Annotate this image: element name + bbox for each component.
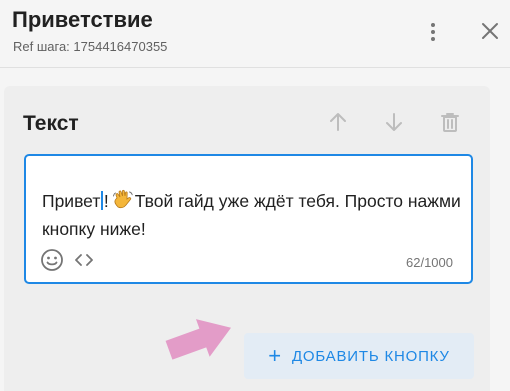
plus-icon: +: [268, 343, 282, 368]
more-options-icon[interactable]: [421, 17, 445, 47]
text-editor[interactable]: Привет! Твой гайд уже ждёт тебя. Просто …: [24, 154, 473, 284]
step-ref-label: Ref шага: 1754416470355: [13, 39, 168, 54]
emoji-picker-icon[interactable]: [40, 248, 64, 272]
page-title: Приветствие: [12, 7, 153, 32]
pointer-arrow-icon: [163, 309, 237, 374]
waving-hand-emoji-icon: [112, 188, 134, 217]
move-up-icon[interactable]: [323, 107, 353, 137]
editor-text-part: Привет: [42, 191, 101, 211]
code-view-icon[interactable]: [72, 248, 96, 272]
char-counter: 62/1000: [406, 255, 453, 270]
add-button-button[interactable]: + ДОБАВИТЬ КНОПКУ: [244, 333, 474, 379]
block-title: Текст: [23, 112, 79, 135]
editor-content[interactable]: Привет! Твой гайд уже ждёт тебя. Просто …: [42, 188, 462, 242]
move-down-icon[interactable]: [379, 107, 409, 137]
text-caret: [101, 191, 103, 210]
editor-text-part: !: [103, 191, 109, 211]
delete-icon[interactable]: [435, 107, 465, 137]
dialog-header: Приветствие Ref шага: 1754416470355: [0, 0, 510, 68]
text-block-card: Текст Привет! Твой гайд уже ждёт тебя. П…: [4, 86, 490, 391]
add-button-label: ДОБАВИТЬ КНОПКУ: [291, 347, 450, 365]
close-icon[interactable]: [476, 17, 504, 45]
